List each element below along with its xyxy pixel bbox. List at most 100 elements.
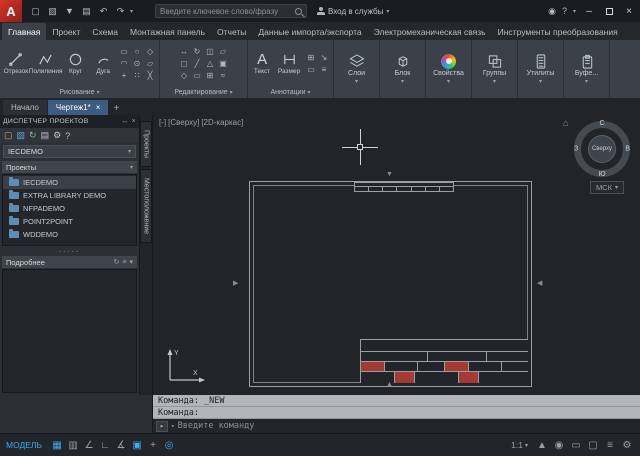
ribbon-tab-electromechanical[interactable]: Электромеханическая связь <box>368 23 492 40</box>
viewcube[interactable]: ⌂ С Ю З В Сверху <box>574 121 630 177</box>
hatch-icon[interactable]: ▱ <box>144 58 156 69</box>
ellipse-icon[interactable]: ○ <box>131 46 143 57</box>
refresh-icon[interactable]: ↻ <box>29 130 37 141</box>
signin-button[interactable]: Вход в службы ▾ <box>317 7 389 16</box>
clipboard-button[interactable]: Буфе... ▾ <box>564 40 609 98</box>
divide-icon[interactable]: ∷ <box>131 70 143 81</box>
palette-tab-location[interactable]: Местоположение <box>140 169 152 243</box>
ribbon-tab-home[interactable]: Главная <box>2 23 46 40</box>
palette-dock-icon[interactable]: ↔ <box>121 118 128 125</box>
details-refresh-icon[interactable]: ↻ <box>114 258 120 266</box>
snap-mode-icon[interactable]: ▥ <box>66 437 80 453</box>
wcs-dropdown[interactable]: МСК▾ <box>590 181 624 194</box>
palette-tab-projects[interactable]: Проекты <box>140 121 152 167</box>
infer-constraints-icon[interactable]: ∠ <box>82 437 96 453</box>
gear-icon[interactable]: ⚙ <box>620 437 634 453</box>
xline-icon[interactable]: ╳ <box>144 70 156 81</box>
viewcube-east[interactable]: В <box>625 146 630 153</box>
project-open-icon[interactable]: ▧ <box>17 130 26 141</box>
new-drawing-tab-button[interactable]: + <box>109 101 123 115</box>
search-icon[interactable] <box>295 8 302 15</box>
tree-item-extra-library-demo[interactable]: EXTRA LIBRARY DEMO <box>3 189 136 202</box>
project-settings-icon[interactable]: ⚙ <box>53 130 61 141</box>
ribbon-tab-panel[interactable]: Монтажная панель <box>124 23 211 40</box>
arc-tool[interactable]: Дуга <box>90 52 116 75</box>
drawing-canvas[interactable]: [-] [Сверху] [2D-каркас] <box>153 115 640 395</box>
object-snap-tracking-icon[interactable]: + <box>146 437 160 453</box>
viewport-visualstyle-control[interactable]: [2D-каркас] <box>201 118 243 127</box>
panel-modify-label[interactable]: Редактирование▾ <box>160 87 247 98</box>
ribbon-tab-conversion-tools[interactable]: Инструменты преобразования <box>492 23 624 40</box>
restore-button[interactable] <box>602 4 616 18</box>
copy-icon[interactable]: ◻ <box>178 58 190 69</box>
ortho-icon[interactable]: ∟ <box>98 437 112 453</box>
trim-icon[interactable]: ╱ <box>191 58 203 69</box>
array-icon[interactable]: ⊞ <box>204 70 216 81</box>
file-tab-start[interactable]: Начало <box>3 100 47 115</box>
properties-button[interactable]: Свойства ▾ <box>426 40 471 98</box>
tree-item-nfpademo[interactable]: NFPADEMO <box>3 202 136 215</box>
circle-tool[interactable]: Круг <box>63 52 89 75</box>
ribbon-tab-reports[interactable]: Отчеты <box>211 23 252 40</box>
polyline-tool[interactable]: Полилиния <box>31 52 61 75</box>
move-icon[interactable]: ↔ <box>178 46 190 57</box>
viewport-view-control[interactable]: [Сверху] <box>168 118 199 127</box>
viewcube-home-icon[interactable]: ⌂ <box>563 118 568 128</box>
command-recent-icon[interactable]: ▾ <box>171 423 175 430</box>
rectangle-icon[interactable]: ▭ <box>118 46 130 57</box>
utilities-button[interactable]: Утилиты ▾ <box>518 40 563 98</box>
table-icon[interactable]: ⊞ <box>305 52 317 63</box>
panel-annotate-label[interactable]: Аннотации▾ <box>248 87 333 98</box>
mtext-icon[interactable]: ≡ <box>318 64 330 75</box>
text-tool[interactable]: А Текст <box>251 52 273 75</box>
point-icon[interactable]: + <box>118 70 130 81</box>
viewcube-north[interactable]: С <box>599 120 604 127</box>
palette-close-icon[interactable]: × <box>132 118 136 125</box>
erase-icon[interactable]: ≈ <box>217 70 229 81</box>
donut-icon[interactable]: ⊙ <box>131 58 143 69</box>
viewcube-top-face[interactable]: Сверху <box>588 135 616 163</box>
tree-item-point2point[interactable]: POINT2POINT <box>3 215 136 228</box>
annotation-monitor-icon[interactable]: ▭ <box>569 437 583 453</box>
leader-icon[interactable]: ↘ <box>318 52 330 63</box>
dynamic-input-icon[interactable]: ◎ <box>162 437 176 453</box>
current-project-dropdown[interactable]: IECDEMO▾ <box>3 145 136 158</box>
tree-item-wddemo[interactable]: WDDEMO <box>3 228 136 241</box>
offset-icon[interactable]: ▱ <box>217 46 229 57</box>
close-button[interactable]: × <box>622 4 636 18</box>
customization-icon[interactable]: ≡ <box>603 437 617 453</box>
rotate-icon[interactable]: ↻ <box>191 46 203 57</box>
undo-icon[interactable]: ↶ <box>96 3 111 19</box>
qat-dropdown-icon[interactable]: ▾ <box>130 8 133 15</box>
autoscale-icon[interactable]: ◉ <box>552 437 566 453</box>
dimension-tool[interactable]: Размер <box>277 52 301 75</box>
scale-icon[interactable]: ▭ <box>191 70 203 81</box>
explode-icon[interactable]: ▣ <box>217 58 229 69</box>
details-section-header[interactable]: Подробнее ↻ ≡ ▾ <box>2 256 137 268</box>
projects-section-header[interactable]: Проекты▾ <box>2 161 137 173</box>
file-tab-drawing1[interactable]: Чертеж1* × <box>48 100 109 115</box>
stretch-icon[interactable]: ◇ <box>178 70 190 81</box>
polar-tracking-icon[interactable]: ∡ <box>114 437 128 453</box>
ribbon-tab-import-export[interactable]: Данные импорта/экспорта <box>252 23 367 40</box>
viewcube-west[interactable]: З <box>574 146 578 153</box>
line-tool[interactable]: Отрезок <box>3 52 29 75</box>
project-help-icon[interactable]: ? <box>65 131 70 141</box>
save-icon[interactable]: ▼ <box>62 3 77 19</box>
file-tab-close-icon[interactable]: × <box>96 103 101 112</box>
new-icon[interactable]: ▢ <box>28 3 43 19</box>
open-icon[interactable]: ▧ <box>45 3 60 19</box>
textframe-icon[interactable]: ▭ <box>305 64 317 75</box>
viewport-menu-control[interactable]: [-] <box>159 118 166 127</box>
palette-resize-grip[interactable]: ..... <box>0 247 139 255</box>
plot-icon[interactable]: ▤ <box>79 3 94 19</box>
tree-item-iecdemo[interactable]: IECDEMO <box>3 176 136 189</box>
polygon-icon[interactable]: ◇ <box>144 46 156 57</box>
ribbon-tab-project[interactable]: Проект <box>46 23 86 40</box>
viewcube-south[interactable]: Ю <box>598 171 605 178</box>
command-input[interactable]: ▸ ▾ Введите команду <box>153 419 640 433</box>
model-space-button[interactable]: МОДЕЛЬ <box>6 440 42 450</box>
spline-icon[interactable]: ◠ <box>118 58 130 69</box>
annotation-visibility-icon[interactable]: ▲ <box>535 437 549 453</box>
redo-icon[interactable]: ↷ <box>113 3 128 19</box>
